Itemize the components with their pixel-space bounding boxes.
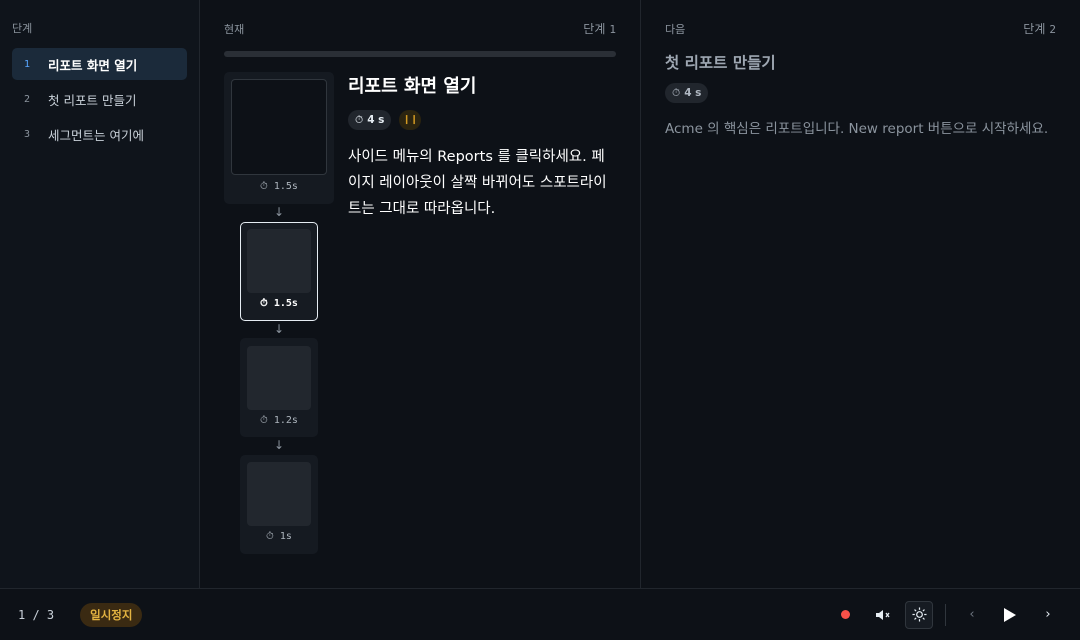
duration-chip: ⏱ 4 s [348,110,392,130]
sidebar-title: 단계 [12,22,33,35]
next-panel-header: 다음 단계 2 [665,20,1056,37]
frame-thumbnail [247,462,311,526]
current-step-panel: 현재 단계 1 ⏱ 1.5s ↓ ⏱ 1.5s ↓ ⏱ 1.2s ↓ ⏱ 1s 리… [200,0,641,588]
step-label: 첫 리포트 만들기 [48,92,137,108]
chevron-left-icon[interactable]: ‹ [958,601,986,629]
frame-card-3[interactable]: ⏱ 1.2s [240,338,318,437]
step-label: 세그먼트는 여기에 [48,127,144,143]
current-panel-header: 현재 단계 1 [224,20,616,37]
step-word: 단계 [583,22,606,36]
frame-duration: ⏱ 1.2s [260,415,298,426]
play-icon[interactable] [996,601,1024,629]
current-step-detail: 리포트 화면 열기 ⏱ 4 s ❙❙ 사이드 메뉴의 Reports 를 클릭하세… [348,72,618,222]
timer-icon: ⏱ [260,415,268,426]
current-label: 현재 [224,22,245,36]
pause-icon[interactable]: ❙❙ [399,110,422,130]
status-badge: 일시정지 [80,602,143,627]
timer-icon: ⏱ [672,86,681,99]
duration-chip: ⏱ 4 s [665,83,709,103]
next-step-title: 첫 리포트 만들기 [665,54,776,72]
frame-thumbnail [247,229,311,293]
step-counter: 1 / 3 [18,607,55,622]
current-step-meta: ⏱ 4 s ❙❙ [348,110,618,130]
step-number: 3 [24,128,31,140]
step-index: 2 [1049,23,1056,36]
arrow-down-icon: ↓ [273,322,285,336]
next-step-indicator: 단계 2 [1023,20,1056,37]
timer-icon: ⏱ [260,298,268,309]
step-index: 1 [609,23,616,36]
chevron-right-icon[interactable]: › [1034,601,1062,629]
next-label: 다음 [665,22,686,36]
frame-thumbnail [231,79,327,175]
frame-card-2[interactable]: ⏱ 1.5s [240,222,318,321]
mute-icon[interactable] [869,601,897,629]
sidebar-item-step-2[interactable]: 2 첫 리포트 만들기 [12,83,187,115]
frame-duration: ⏱ 1s [266,531,292,542]
next-step-description: Acme 의 핵심은 리포트입니다. New report 버튼으로 시작하세요… [665,121,1049,137]
playback-controls: ‹ › [831,600,1062,629]
step-word: 단계 [1023,22,1046,36]
controls-divider [945,603,946,626]
current-step-indicator: 단계 1 [583,20,616,37]
timer-icon: ⏱ [266,531,274,542]
record-icon[interactable] [831,601,859,629]
timer-icon: ⏱ [355,113,364,126]
steps-sidebar: 단계 1 리포트 화면 열기 2 첫 리포트 만들기 3 세그먼트는 여기에 [0,0,200,588]
timer-icon: ⏱ [260,181,268,192]
arrow-down-icon: ↓ [273,438,285,452]
arrow-down-icon: ↓ [273,205,285,219]
sidebar-item-step-1[interactable]: 1 리포트 화면 열기 [12,48,187,80]
frame-thumbnail [247,346,311,410]
step-label: 리포트 화면 열기 [48,57,138,73]
step-number: 2 [24,93,31,105]
frame-card-4[interactable]: ⏱ 1s [240,455,318,554]
playback-bar: 1 / 3 일시정지 ‹ › [0,588,1080,640]
frame-card-1[interactable]: ⏱ 1.5s [224,72,334,204]
sun-icon[interactable] [905,600,933,629]
step-progress-bar [224,51,616,57]
step-number: 1 [24,58,31,70]
current-step-title: 리포트 화면 열기 [348,76,477,97]
frame-duration: ⏱ 1.5s [260,298,298,309]
sidebar-item-step-3[interactable]: 3 세그먼트는 여기에 [12,118,187,150]
next-step-panel: 다음 단계 2 첫 리포트 만들기 ⏱ 4 s Acme 의 핵심은 리포트입니다.… [641,0,1080,588]
frame-duration: ⏱ 1.5s [260,181,298,192]
current-step-description: 사이드 메뉴의 Reports 를 클릭하세요. 페이지 레이아웃이 살짝 바뀌… [348,149,607,217]
